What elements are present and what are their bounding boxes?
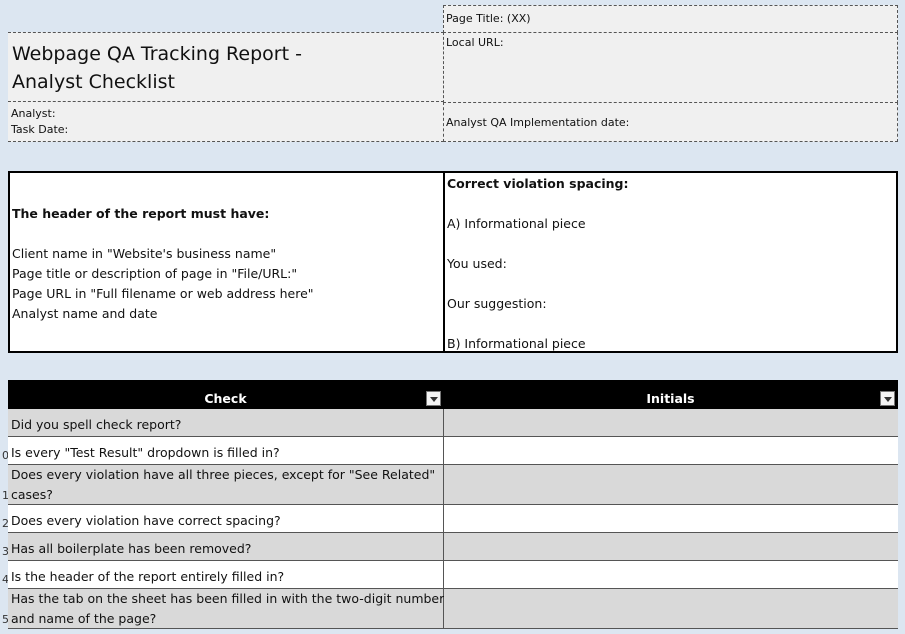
check-cell[interactable]: Did you spell check report? [8,409,444,437]
local-url-label: Local URL: [446,36,504,49]
check-cell[interactable]: Is every "Test Result" dropdown is fille… [8,437,444,465]
initials-cell[interactable] [444,561,898,589]
spacing-line-b: B) Informational piece [447,336,586,351]
check-text: Does every violation have all three piec… [11,467,436,482]
table-row: 0 Is every "Test Result" dropdown is fill… [2,437,898,465]
table-row: 2 Does every violation have correct spaci… [2,505,898,533]
instructions-heading: The header of the report must have: [12,206,270,221]
check-cell[interactable]: Does every violation have correct spacin… [8,505,444,533]
header-left-top: Webpage QA Tracking Report - Analyst Che… [8,32,444,102]
report-title-line2: Analyst Checklist [12,71,175,93]
initials-cell[interactable] [444,465,898,505]
check-filter-dropdown-icon[interactable] [426,391,441,406]
instructions-panel: The header of the report must have: Clie… [8,171,444,353]
checklist-table: Check Initials Did you spell check repor… [2,380,898,629]
initials-cell[interactable] [444,589,898,629]
instruction-item: Analyst name and date [12,306,158,321]
initials-cell[interactable] [444,437,898,465]
check-text: Did you spell check report? [11,417,182,432]
column-header-initials: Initials [646,391,695,406]
local-url-cell[interactable]: Local URL: [443,32,898,103]
instruction-item: Page URL in "Full filename or web addres… [12,286,314,301]
check-text: Has the tab on the sheet has been filled… [11,591,445,606]
report-title-line1: Webpage QA Tracking Report - [12,43,302,65]
table-row: Did you spell check report? [8,409,898,437]
spacing-our-suggestion: Our suggestion: [447,296,547,311]
initials-cell[interactable] [444,409,898,437]
check-text: Does every violation have correct spacin… [11,513,281,528]
page-title-cell[interactable]: Page Title: (XX) [443,5,898,33]
column-header-check: Check [204,391,247,406]
initials-filter-dropdown-icon[interactable] [880,391,895,406]
spacing-you-used: You used: [447,256,507,271]
instruction-item: Page title or description of page in "Fi… [12,266,298,281]
check-text-continued: and name of the page? [11,611,157,626]
table-row: 3 Has all boilerplate has been removed? [2,533,898,561]
check-cell[interactable]: Is the header of the report entirely fil… [8,561,444,589]
header-left-bottom: Analyst: Task Date: [8,102,444,142]
implementation-date-label: Analyst QA Implementation date: [446,116,630,129]
check-text: Has all boilerplate has been removed? [11,541,252,556]
table-header-row: Check Initials [8,380,898,409]
task-date-label: Task Date: [11,123,69,136]
check-cell[interactable]: Has all boilerplate has been removed? [8,533,444,561]
spacing-heading: Correct violation spacing: [447,176,629,191]
table-row: 5 Has the tab on the sheet has been fille… [2,589,898,629]
analyst-label: Analyst: [11,107,56,120]
table-row: 1 Does every violation have all three pie… [2,465,898,505]
check-text-continued: cases? [11,487,53,502]
initials-cell[interactable] [444,533,898,561]
check-text: Is the header of the report entirely fil… [11,569,285,584]
spacing-line-a: A) Informational piece [447,216,586,231]
table-row: 4 Is the header of the report entirely fi… [2,561,898,589]
spacing-panel: Correct violation spacing: A) Informatio… [443,171,898,353]
page-title-label: Page Title: (XX) [446,12,531,25]
check-cell[interactable]: Does every violation have all three piec… [8,465,444,505]
instruction-item: Client name in "Website's business name" [12,246,277,261]
check-text: Is every "Test Result" dropdown is fille… [11,445,280,460]
check-cell[interactable]: Has the tab on the sheet has been filled… [8,589,444,629]
initials-cell[interactable] [444,505,898,533]
implementation-date-cell[interactable]: Analyst QA Implementation date: [443,102,898,142]
